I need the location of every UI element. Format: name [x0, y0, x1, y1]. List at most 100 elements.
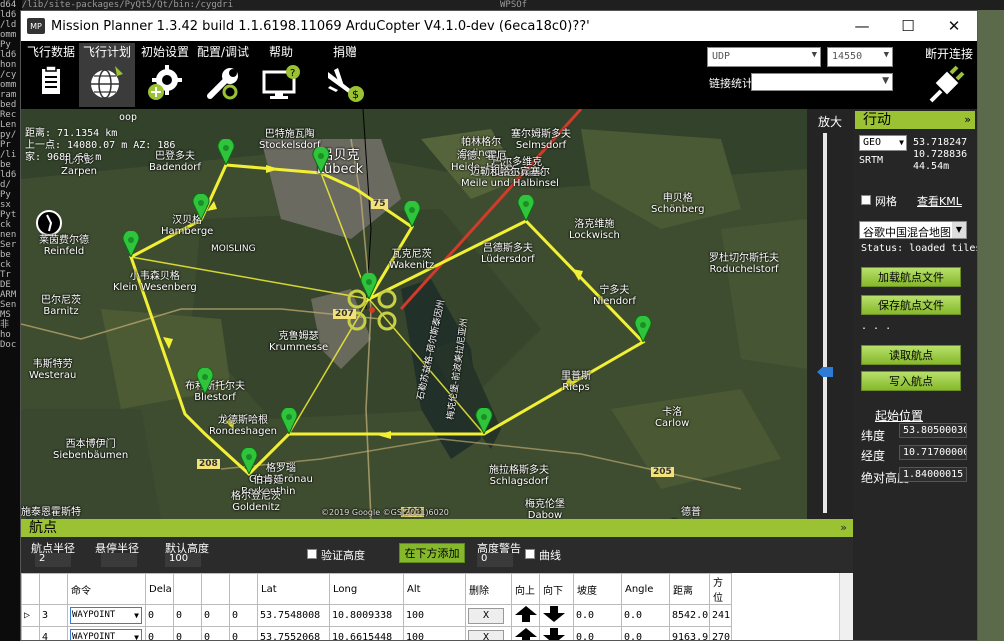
connection-type-select[interactable]: UDP ▼	[707, 47, 821, 67]
link-stats-label[interactable]: 链接统计	[709, 75, 753, 91]
waypoint-marker-icon[interactable]	[240, 448, 258, 474]
waypoint-marker-icon[interactable]	[403, 201, 421, 227]
wp-radius-field[interactable]: 2	[35, 553, 71, 567]
loiter-radius-field[interactable]	[101, 553, 137, 567]
home-alt-field[interactable]: 1.84000015	[899, 467, 967, 482]
table-row[interactable]: 4 WAYPOINT ▼ 0 0 0 0 53.7552068 10.6615448 100 X 0.…	[21, 626, 732, 641]
write-wp-button[interactable]: 写入航点	[861, 371, 961, 391]
arrow-down-icon[interactable]	[542, 627, 566, 641]
wp-p3[interactable]: 0	[201, 604, 230, 627]
waypoint-marker-icon[interactable]	[475, 408, 493, 434]
wp-p4[interactable]: 0	[229, 626, 258, 640]
map-town-label: 卡洛 Carlow	[655, 407, 689, 429]
wp-lng[interactable]: 10.8009338	[329, 604, 404, 627]
background-terminal: d64 ld6/ld omm Py ld6 hon/cy omm ram bed Rec Len py…	[0, 0, 22, 641]
map-town-label: 西本博伊门 Siebenbäumen	[53, 439, 128, 461]
verify-height-checkbox[interactable]	[307, 549, 317, 559]
wp-delete-cell[interactable]: X	[465, 626, 512, 640]
wp-up-cell[interactable]	[511, 604, 540, 627]
tool-label: 飞行数据	[26, 45, 75, 59]
wp-p2[interactable]: 0	[173, 626, 202, 640]
waypoint-marker-icon[interactable]	[280, 408, 298, 434]
tool-flight-data[interactable]: 飞行数据	[23, 43, 79, 107]
tool-donate[interactable]: 捐赠 $	[317, 43, 373, 107]
wp-p3[interactable]: 0	[201, 626, 230, 640]
waypoint-marker-icon[interactable]	[122, 231, 140, 257]
table-scrollbar[interactable]	[839, 573, 853, 640]
tool-help[interactable]: 帮助 ?	[253, 43, 309, 107]
town-name-en: Reinfeld	[43, 246, 85, 257]
road-label: 75	[371, 199, 388, 209]
town-name-zh: 巴尔尼茨	[41, 295, 81, 306]
town-name-en: Krummesse	[269, 342, 329, 353]
action-panel: 行动» GEO ▼ 53.718247 10.728836 SRTM 44.54m…	[853, 109, 977, 519]
wp-p4[interactable]: 0	[229, 604, 258, 627]
wp-alt[interactable]: 100	[403, 626, 466, 640]
wp-command-cell[interactable]: WAYPOINT ▼	[67, 604, 146, 627]
wp-command-select[interactable]: WAYPOINT ▼	[70, 629, 142, 640]
zoom-slider-track[interactable]	[823, 133, 827, 513]
link-stats-select[interactable]: ▼	[751, 73, 893, 91]
wp-down-cell[interactable]	[539, 604, 574, 627]
wp-up-cell[interactable]	[511, 626, 540, 641]
map-town-label: 巴登多夫 Badendorf	[149, 151, 201, 173]
wp-lat[interactable]: 53.7548008	[257, 604, 330, 627]
wp-down-cell[interactable]	[539, 626, 574, 641]
map-provider-select[interactable]: 谷歌中国混合地图 ▼	[859, 221, 967, 239]
tool-label: 配置/调试	[196, 45, 250, 59]
close-button[interactable]: ✕	[931, 11, 977, 41]
home-lat-field[interactable]: 53.80500030	[899, 423, 967, 438]
tool-flight-plan[interactable]: 飞行计划	[79, 43, 135, 107]
waypoint-marker-icon[interactable]	[517, 195, 535, 221]
arrow-up-icon[interactable]	[514, 627, 538, 641]
town-name-zh: 巴特施瓦陶	[264, 129, 315, 140]
read-wp-button[interactable]: 读取航点	[861, 345, 961, 365]
wp-lat[interactable]: 53.7552068	[257, 626, 330, 640]
arrow-down-icon[interactable]	[542, 605, 566, 623]
collapse-chevron-icon[interactable]: »	[840, 519, 847, 537]
default-alt-field[interactable]: 100	[165, 553, 201, 567]
waypoint-marker-icon[interactable]	[192, 194, 210, 220]
home-location-title: 起始位置	[875, 409, 924, 423]
waypoint-marker-icon[interactable]	[312, 147, 330, 173]
zoom-slider-thumb[interactable]	[817, 367, 833, 377]
map-view[interactable]: 距离: 71.1354 km oop 上一点: 14080.07 m AZ: 1…	[21, 109, 807, 519]
wp-p1[interactable]: 0	[145, 604, 174, 627]
wp-p2[interactable]: 0	[173, 604, 202, 627]
tool-config-tuning[interactable]: 配置/调试	[195, 43, 251, 107]
minimize-button[interactable]: —	[839, 11, 885, 41]
spline-checkbox[interactable]	[525, 549, 535, 559]
coord-system-select[interactable]: GEO ▼	[859, 135, 907, 151]
wp-delete-cell[interactable]: X	[465, 604, 512, 627]
table-row[interactable]: ▷ 3 WAYPOINT ▼ 0 0 0 0 53.7548008 10.8009338 100 X 0…	[21, 604, 732, 627]
add-below-button[interactable]: 在下方添加	[399, 543, 465, 563]
table-header-cell	[173, 573, 202, 605]
home-lng-field[interactable]: 10.71700000	[899, 445, 967, 460]
map-info-fragment: oop	[119, 112, 138, 123]
grid-checkbox[interactable]	[861, 195, 871, 205]
alt-warning-field[interactable]: 0	[477, 553, 513, 567]
wp-lng[interactable]: 10.6615448	[329, 626, 404, 640]
waypoints-header[interactable]: 航点»	[21, 519, 853, 537]
wp-command-cell[interactable]: WAYPOINT ▼	[67, 626, 146, 640]
maximize-button[interactable]: ☐	[885, 11, 931, 41]
waypoint-marker-icon[interactable]	[360, 273, 378, 299]
wp-command-select[interactable]: WAYPOINT ▼	[70, 607, 142, 624]
waypoint-marker-icon[interactable]	[217, 139, 235, 165]
load-wp-file-button[interactable]: 加载航点文件	[861, 267, 961, 287]
waypoint-marker-icon[interactable]	[196, 368, 214, 394]
waypoint-marker-icon[interactable]	[634, 316, 652, 342]
srtm-label: SRTM	[859, 155, 884, 166]
wp-alt[interactable]: 100	[403, 604, 466, 627]
view-kml-link[interactable]: 查看KML	[917, 193, 962, 209]
wp-p1[interactable]: 0	[145, 626, 174, 640]
wp-delete-button[interactable]: X	[468, 607, 504, 624]
arrow-up-icon[interactable]	[514, 605, 538, 623]
tool-initial-setup[interactable]: 初始设置	[137, 43, 193, 107]
plug-icon[interactable]	[925, 63, 969, 107]
wp-delete-button[interactable]: X	[468, 629, 504, 640]
save-wp-file-button[interactable]: 保存航点文件	[861, 295, 961, 315]
baud-rate-select[interactable]: 14550 ▼	[827, 47, 893, 67]
collapse-chevron-icon[interactable]: »	[964, 111, 971, 129]
action-panel-header[interactable]: 行动»	[855, 111, 975, 129]
